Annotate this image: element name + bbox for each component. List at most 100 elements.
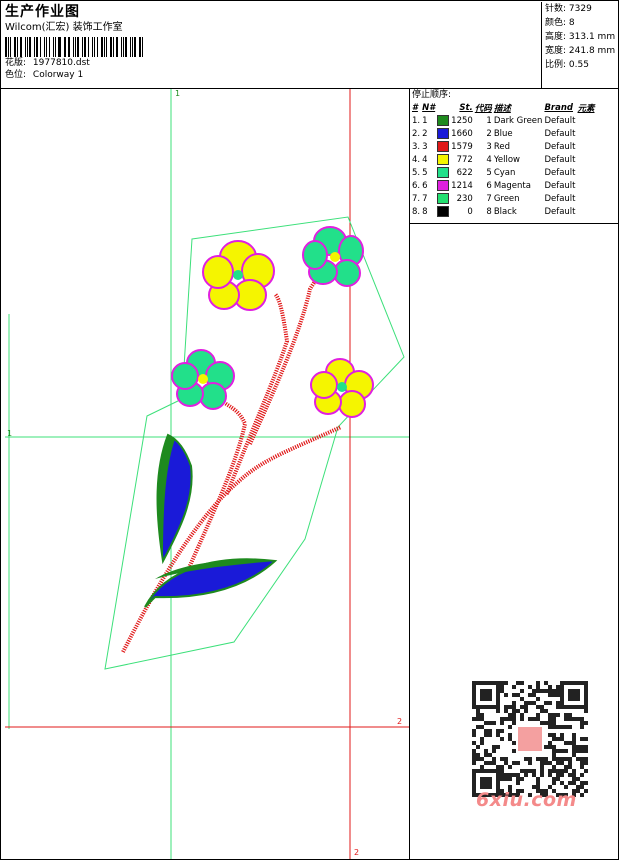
- flower-middle-right: [310, 358, 374, 418]
- table-row: 2. 2 1660 2 Blue Default: [411, 127, 596, 140]
- table-header-row: # N# St. 代码 描述 Brand 元素: [411, 101, 596, 114]
- row-code: 1: [486, 115, 492, 126]
- qr-code: [472, 681, 588, 797]
- color-swatch: [437, 141, 450, 152]
- row-code: 8: [486, 206, 492, 217]
- stat-stitches: 针数: 7329: [545, 4, 592, 14]
- guide-label-red-bottom: 2: [354, 848, 360, 857]
- table-row: 6. 6 1214 6 Magenta Default: [411, 179, 596, 192]
- color-swatch: [437, 167, 450, 178]
- row-element: [577, 127, 596, 140]
- colorway-row: 色位: Colorway 1: [5, 69, 540, 81]
- row-n: 8: [422, 206, 428, 217]
- stop-sequence-heading: 停止顺序:: [412, 90, 452, 100]
- row-swatch: [436, 114, 450, 127]
- color-swatch: [437, 115, 450, 126]
- row-desc: Dark Green: [493, 115, 543, 126]
- guide-label-red-right: 2: [397, 717, 403, 726]
- design-canvas: 1 1 2 2: [5, 89, 410, 859]
- row-n: 5: [422, 167, 428, 178]
- stat-colors: 颜色: 8: [545, 18, 575, 28]
- col-element: 元素: [577, 103, 595, 114]
- stem-top-flower: [225, 292, 290, 495]
- table-row: 3. 3 1579 3 Red Default: [411, 140, 596, 153]
- row-brand: Default: [544, 141, 576, 152]
- stop-sequence-panel: 停止顺序: # N# St. 代码 描述 Brand 元素 1. 1 1250 1 Da…: [410, 89, 618, 859]
- row-n: 3: [422, 141, 428, 152]
- row-desc: Magenta: [493, 180, 531, 191]
- row-element: [577, 166, 596, 179]
- row-element: [577, 205, 596, 218]
- col-desc: 描述: [493, 103, 511, 114]
- stat-width: 宽度: 241.8 mm: [545, 46, 616, 56]
- row-n: 4: [422, 154, 428, 165]
- row-desc: Cyan: [493, 167, 516, 178]
- col-index: #: [412, 102, 418, 113]
- row-code: 5: [486, 167, 492, 178]
- stats-box: 针数: 7329 颜色: 8 高度: 313.1 mm 宽度: 241.8 mm…: [541, 2, 619, 88]
- guide-label-green-top: 1: [175, 89, 181, 98]
- pattern-value: 1977810.dst: [32, 58, 90, 68]
- table-row: 4. 4 772 4 Yellow Default: [411, 153, 596, 166]
- row-code: 7: [486, 193, 492, 204]
- colorway-value: Colorway 1: [32, 70, 84, 80]
- row-stitches: 1660: [451, 128, 473, 139]
- table-row: 8. 8 0 8 Black Default: [411, 205, 596, 218]
- col-brand: Brand: [544, 102, 573, 113]
- row-n: 6: [422, 180, 428, 191]
- row-brand: Default: [544, 154, 576, 165]
- row-n: 2: [422, 128, 428, 139]
- row-brand: Default: [544, 193, 576, 204]
- row-stitches: 230: [456, 193, 473, 204]
- row-swatch: [436, 205, 450, 218]
- row-swatch: [436, 140, 450, 153]
- stat-scale: 比例: 0.55: [545, 60, 589, 70]
- row-stitches: 1579: [451, 141, 473, 152]
- col-n: N#: [422, 102, 436, 113]
- stat-height: 高度: 313.1 mm: [545, 32, 616, 42]
- stem-left-flower: [183, 401, 248, 578]
- colorway-label: 色位:: [5, 70, 27, 80]
- pattern-row: 花版: 1977810.dst: [5, 57, 540, 69]
- row-swatch: [436, 166, 450, 179]
- row-stitches: 772: [456, 154, 473, 165]
- embroidery-preview: [5, 89, 409, 859]
- row-swatch: [436, 127, 450, 140]
- flower-top-left: [202, 240, 275, 311]
- row-element: [577, 114, 596, 127]
- row-code: 2: [486, 128, 492, 139]
- page-title: 生产作业图: [5, 4, 80, 20]
- row-index: 8.: [412, 206, 421, 217]
- barcode: [5, 37, 145, 57]
- col-code: 代码: [474, 103, 492, 114]
- color-swatch: [437, 206, 450, 217]
- row-index: 6.: [412, 180, 421, 191]
- row-index: 7.: [412, 193, 421, 204]
- row-element: [577, 153, 596, 166]
- row-code: 3: [486, 141, 492, 152]
- row-code: 4: [486, 154, 492, 165]
- row-code: 6: [486, 180, 492, 191]
- row-desc: Green: [493, 193, 520, 204]
- header-info: 生产作业图 Wilcom(汇宏) 装饰工作室 花版: 1977810.dst 色…: [5, 3, 540, 81]
- row-brand: Default: [544, 167, 576, 178]
- stop-sequence-table: # N# St. 代码 描述 Brand 元素 1. 1 1250 1 Dark Gre…: [411, 101, 596, 218]
- row-brand: Default: [544, 128, 576, 139]
- row-desc: Black: [493, 206, 517, 217]
- color-swatch: [437, 193, 450, 204]
- row-index: 1.: [412, 115, 421, 126]
- table-row: 5. 5 622 5 Cyan Default: [411, 166, 596, 179]
- row-index: 2.: [412, 128, 421, 139]
- row-element: [577, 179, 596, 192]
- stem-main: [121, 425, 342, 653]
- row-n: 1: [422, 115, 428, 126]
- production-worksheet: 生产作业图 Wilcom(汇宏) 装饰工作室 花版: 1977810.dst 色…: [0, 0, 619, 860]
- pattern-label: 花版:: [5, 58, 27, 68]
- row-stitches: 0: [467, 206, 473, 217]
- guide-label-green-left: 1: [7, 429, 13, 438]
- row-swatch: [436, 153, 450, 166]
- watermark-logo: 6xiu.com: [476, 789, 577, 811]
- col-stitches: St.: [459, 102, 473, 113]
- company-name: Wilcom(汇宏) 装饰工作室: [5, 22, 123, 33]
- color-swatch: [437, 180, 450, 191]
